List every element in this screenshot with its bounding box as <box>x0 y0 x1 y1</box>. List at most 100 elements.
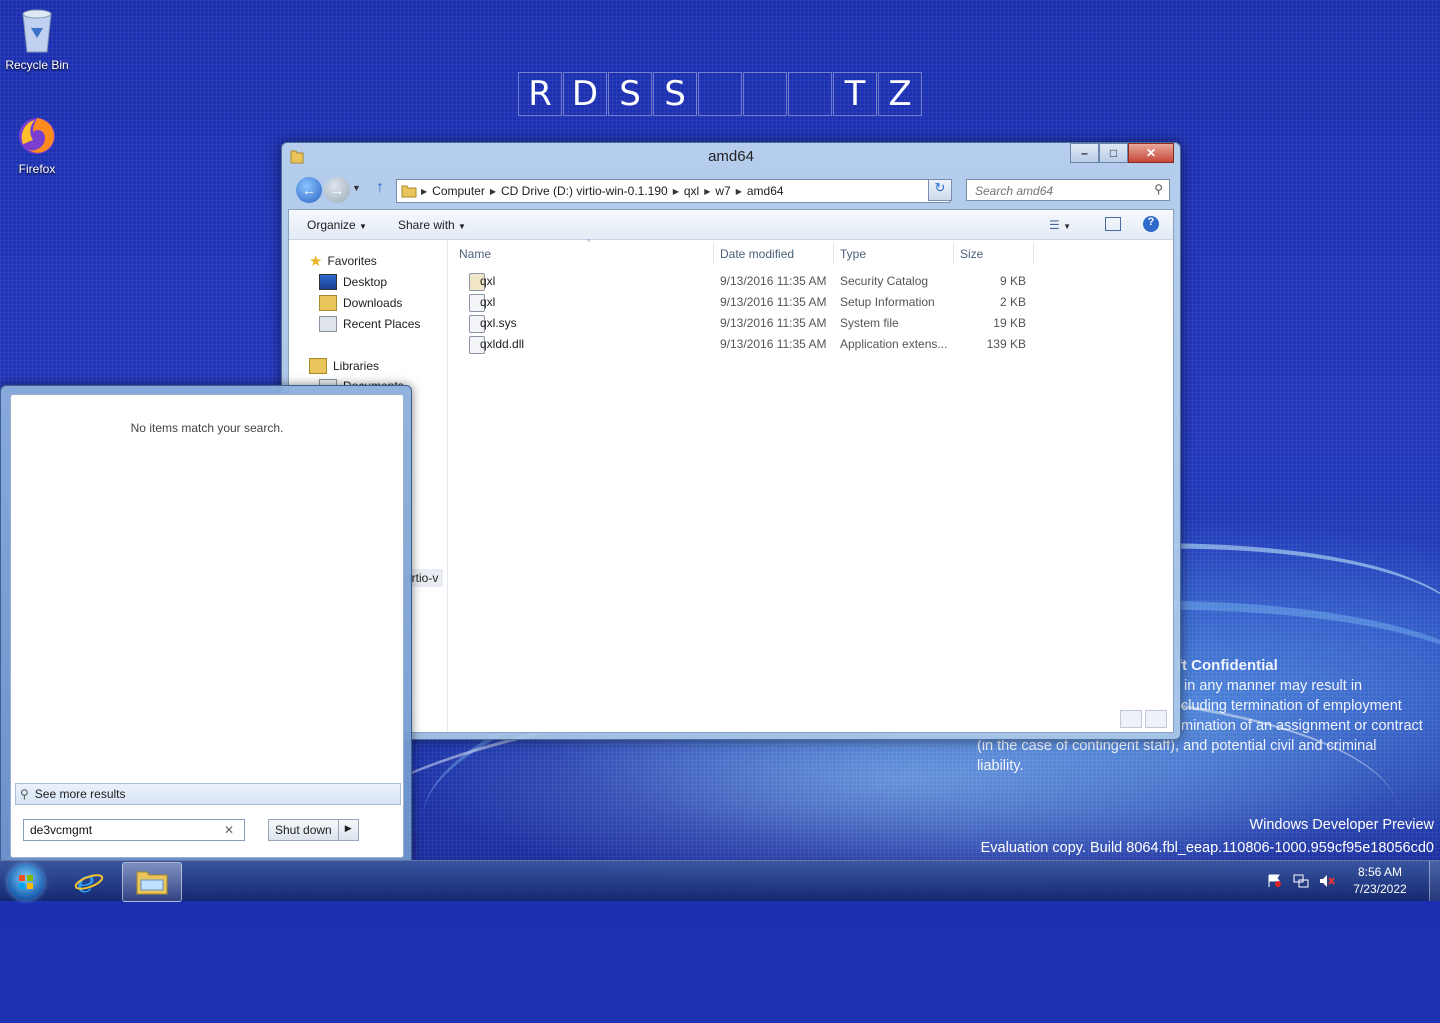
file-size: 139 KB <box>986 337 1026 351</box>
nav-desktop[interactable]: Desktop <box>319 274 387 290</box>
action-center-flag-icon[interactable] <box>1267 874 1283 888</box>
nav-favorites[interactable]: ★ Favorites <box>309 252 377 270</box>
organize-menu[interactable]: Organize ▼ <box>307 218 367 232</box>
breadcrumb-cd-drive[interactable]: CD Drive (D:) virtio-win-0.1.190 <box>496 184 673 198</box>
share-with-menu[interactable]: Share with ▼ <box>398 218 466 232</box>
start-menu: No items match your search. ⚲ See more r… <box>0 385 412 861</box>
shutdown-button-group: Shut down ▶ <box>268 819 359 841</box>
windows-explorer-icon <box>136 871 168 895</box>
file-row[interactable]: qxl 9/13/2016 11:35 AM Setup Information… <box>449 292 1173 313</box>
details-view-icon[interactable] <box>1120 710 1142 728</box>
desktop-icon-firefox[interactable]: Firefox <box>0 114 74 176</box>
help-button[interactable]: ? <box>1143 216 1159 232</box>
column-divider[interactable] <box>1033 242 1034 264</box>
show-desktop-button[interactable] <box>1429 861 1440 901</box>
explorer-window[interactable]: amd64 – □ ✕ ← → ▼ ↑ ▶ Computer ▶ CD Driv… <box>281 142 1181 740</box>
column-divider[interactable] <box>713 242 714 264</box>
internet-explorer-icon: e <box>74 865 104 897</box>
file-date: 9/13/2016 11:35 AM <box>720 295 827 309</box>
start-button[interactable] <box>8 864 44 900</box>
desktop-icon-label: Firefox <box>18 162 56 176</box>
star-icon: ★ <box>309 253 323 270</box>
preview-pane-button[interactable] <box>1105 217 1121 231</box>
search-input[interactable] <box>973 181 1147 201</box>
back-button[interactable]: ← <box>296 177 322 203</box>
nav-downloads[interactable]: Downloads <box>319 295 402 311</box>
share-with-label: Share with <box>398 218 455 232</box>
file-date: 9/13/2016 11:35 AM <box>720 316 827 330</box>
column-date-modified[interactable]: Date modified <box>720 247 794 261</box>
large-icons-view-icon[interactable] <box>1145 710 1167 728</box>
column-size[interactable]: Size <box>960 247 983 261</box>
watermark-build: Evaluation copy. Build 8064.fbl_eeap.110… <box>980 840 1434 856</box>
command-bar: Organize ▼ Share with ▼ ☰ ▼ ? <box>289 210 1173 240</box>
desktop-icon-recycle-bin[interactable]: Recycle Bin <box>0 6 74 72</box>
shutdown-button[interactable]: Shut down <box>269 820 339 840</box>
file-name: qxl <box>480 274 496 288</box>
up-arrow-icon[interactable]: ↑ <box>376 179 384 197</box>
clock-date: 7/23/2022 <box>1353 882 1407 896</box>
nav-desktop-label: Desktop <box>343 275 388 289</box>
chevron-down-icon: ▼ <box>458 222 466 231</box>
system-tray: 8:56 AM 7/23/2022 <box>1267 861 1440 901</box>
breadcrumb-computer[interactable]: Computer <box>427 184 490 198</box>
file-name: qxl.sys <box>480 316 517 330</box>
address-bar[interactable]: ▶ Computer ▶ CD Drive (D:) virtio-win-0.… <box>396 179 950 203</box>
file-name: qxldd.dll <box>480 337 525 351</box>
nav-libraries[interactable]: Libraries <box>309 358 379 374</box>
file-size: 9 KB <box>999 274 1026 288</box>
volume-muted-icon[interactable] <box>1319 874 1335 888</box>
breadcrumb-amd64[interactable]: amd64 <box>742 184 789 198</box>
see-more-results-link[interactable]: ⚲ See more results <box>15 783 401 805</box>
shutdown-options-arrow-icon[interactable]: ▶ <box>339 820 358 840</box>
desktop-icon-label: Recycle Bin <box>5 58 69 72</box>
close-button[interactable]: ✕ <box>1128 143 1174 163</box>
clear-search-icon[interactable]: ✕ <box>224 823 234 837</box>
clock[interactable]: 8:56 AM 7/23/2022 <box>1345 864 1415 898</box>
nav-recent-places-label: Recent Places <box>343 317 421 331</box>
drive-folder-icon <box>401 185 417 198</box>
maximize-button[interactable]: □ <box>1099 143 1128 163</box>
file-row[interactable]: qxl.sys 9/13/2016 11:35 AM System file 1… <box>449 313 1173 334</box>
taskbar-internet-explorer[interactable]: e <box>60 862 118 900</box>
column-type[interactable]: Type <box>840 247 866 261</box>
recent-pages-dropdown-icon[interactable]: ▼ <box>352 183 361 193</box>
window-title: amd64 <box>708 148 754 165</box>
tile <box>788 72 832 116</box>
start-search-box[interactable]: ✕ <box>23 819 245 841</box>
file-date: 9/13/2016 11:35 AM <box>720 274 827 288</box>
taskbar: e 8:56 AM 7/23/2022 <box>0 860 1440 902</box>
breadcrumb-qxl[interactable]: qxl <box>679 184 704 198</box>
tile: R <box>518 72 562 116</box>
forward-button[interactable]: → <box>324 177 350 203</box>
tile: D <box>563 72 607 116</box>
file-size: 19 KB <box>993 316 1026 330</box>
confidential-line: liability. <box>977 758 1024 774</box>
start-search-input[interactable] <box>28 822 222 838</box>
clock-time: 8:56 AM <box>1357 865 1403 879</box>
nav-recent-places[interactable]: Recent Places <box>319 316 420 332</box>
tile <box>698 72 742 116</box>
file-row[interactable]: qxl 9/13/2016 11:35 AM Security Catalog … <box>449 271 1173 292</box>
libraries-icon <box>309 358 327 374</box>
breadcrumb-w7[interactable]: w7 <box>710 184 735 198</box>
windows-logo-icon <box>19 875 33 889</box>
view-options-button[interactable]: ☰ ▼ <box>1049 218 1071 232</box>
column-divider[interactable] <box>953 242 954 264</box>
tile <box>743 72 787 116</box>
network-icon[interactable] <box>1293 874 1309 888</box>
recycle-bin-icon <box>22 9 52 53</box>
taskbar-windows-explorer[interactable] <box>122 862 182 902</box>
column-name[interactable]: Name <box>459 247 491 261</box>
minimize-button[interactable]: – <box>1070 143 1099 163</box>
title-bar[interactable]: amd64 – □ ✕ <box>282 143 1180 171</box>
column-headers: ^ Name Date modified Type Size <box>449 238 1173 268</box>
search-icon[interactable]: ⚲ <box>1154 182 1163 196</box>
search-box[interactable]: ⚲ <box>966 179 1170 201</box>
file-row[interactable]: qxldd.dll 9/13/2016 11:35 AM Application… <box>449 334 1173 355</box>
refresh-button[interactable]: ↻ <box>928 179 952 201</box>
navigation-bar: ← → ▼ ↑ ▶ Computer ▶ CD Drive (D:) virti… <box>292 177 1172 203</box>
search-icon: ⚲ <box>20 787 29 801</box>
chevron-down-icon: ▼ <box>359 222 367 231</box>
column-divider[interactable] <box>833 242 834 264</box>
